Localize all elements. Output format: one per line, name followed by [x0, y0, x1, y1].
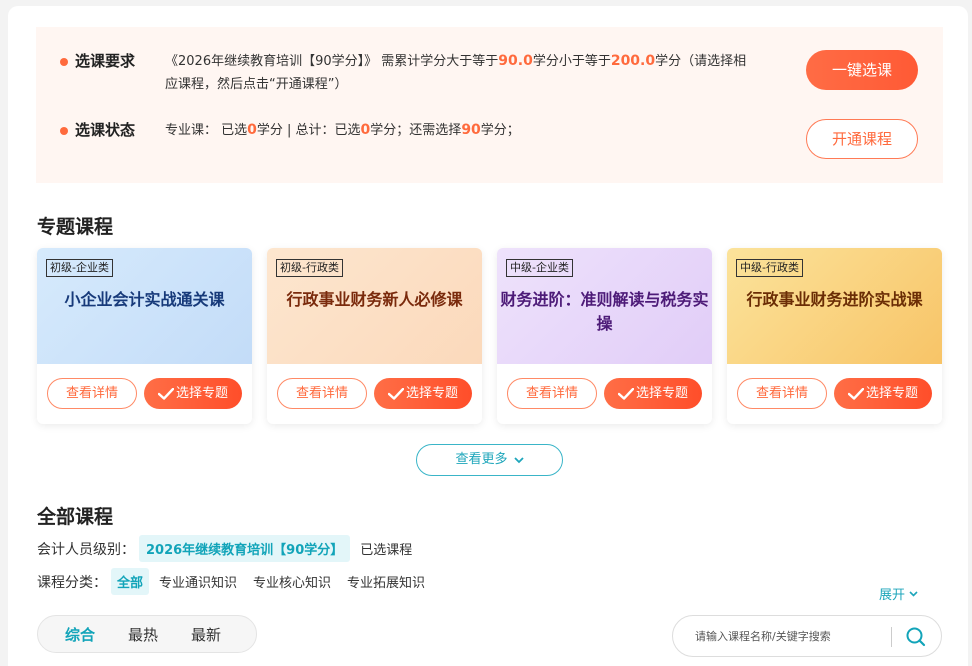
bullet-dot-icon [60, 58, 68, 66]
select-topic-label: 选择专题 [635, 386, 688, 401]
special-course-card: 中级-行政类 行政事业财务进阶实战课 查看详情 选择专题 [727, 248, 942, 424]
status-row: 选课状态 专业课： 已选0学分 | 总计：已选0学分；还需选择90学分； [60, 119, 755, 142]
requirement-text: 《2026年继续教育培训【90学分】》 需累计学分大于等于90.0学分小于等于2… [165, 50, 755, 96]
special-courses-title: 专题课程 [37, 216, 114, 238]
chevron-down-icon [909, 590, 918, 597]
sort-tab-newest[interactable]: 最新 [191, 624, 221, 645]
view-details-button[interactable]: 查看详情 [277, 378, 367, 409]
search-box [672, 615, 942, 657]
status-text-part: 学分； [480, 123, 520, 138]
select-topic-label: 选择专题 [405, 386, 458, 401]
select-topic-button[interactable]: 选择专题 [604, 378, 702, 409]
category-all[interactable]: 全部 [111, 568, 150, 595]
requirement-row: 选课要求 《2026年继续教育培训【90学分】》 需累计学分大于等于90.0学分… [60, 50, 755, 96]
level-tag: 初级-行政类 [276, 259, 343, 277]
requirement-text-part: 学分小于等于 [532, 54, 611, 69]
select-topic-button[interactable]: 选择专题 [834, 378, 932, 409]
max-credit: 200.0 [610, 53, 656, 69]
card-banner[interactable]: 中级-行政类 行政事业财务进阶实战课 [727, 248, 942, 364]
category-item[interactable]: 专业拓展知识 [347, 572, 425, 591]
level-tag: 中级-行政类 [736, 259, 803, 277]
remaining-credit: 90 [461, 122, 481, 138]
view-more-label: 查看更多 [455, 452, 508, 467]
category-item[interactable]: 专业核心知识 [253, 572, 331, 591]
status-text-part: 学分 | 总计：已选 [256, 123, 361, 138]
requirement-text-part: 《2026年继续教育培训【90学分】》 需累计学分大于等于 [165, 54, 499, 69]
requirement-panel: 选课要求 《2026年继续教育培训【90学分】》 需累计学分大于等于90.0学分… [36, 27, 943, 183]
check-icon [617, 387, 634, 400]
status-text: 专业课： 已选0学分 | 总计：已选0学分；还需选择90学分； [165, 119, 755, 142]
total-selected-credit: 0 [360, 122, 371, 138]
view-more-button[interactable]: 查看更多 [416, 444, 563, 476]
level-label: 会计人员级别： [37, 541, 135, 558]
status-label: 选课状态 [75, 121, 136, 139]
search-input[interactable] [695, 626, 885, 646]
category-label: 课程分类： [37, 574, 107, 591]
card-banner[interactable]: 初级-企业类 小企业会计实战通关课 [37, 248, 252, 364]
expand-label: 展开 [879, 588, 906, 603]
level-tag: 初级-企业类 [46, 259, 113, 277]
card-banner[interactable]: 初级-行政类 行政事业财务新人必修课 [267, 248, 482, 364]
card-actions: 查看详情 选择专题 [737, 378, 932, 409]
one-click-select-button[interactable]: 一键选课 [806, 50, 918, 90]
page: 选课要求 《2026年继续教育培训【90学分】》 需累计学分大于等于90.0学分… [8, 6, 968, 666]
card-title: 小企业会计实战通关课 [64, 290, 225, 309]
min-credit: 90.0 [498, 53, 533, 69]
select-topic-button[interactable]: 选择专题 [374, 378, 472, 409]
selected-courses-link[interactable]: 已选课程 [360, 539, 412, 558]
sort-tab-hottest[interactable]: 最热 [128, 624, 158, 645]
special-course-cards: 初级-企业类 小企业会计实战通关课 查看详情 选择专题 初级-行政类 行政事业财… [37, 248, 943, 424]
card-actions: 查看详情 选择专题 [507, 378, 702, 409]
open-course-button[interactable]: 开通课程 [806, 119, 918, 159]
select-topic-button[interactable]: 选择专题 [144, 378, 242, 409]
select-topic-label: 选择专题 [175, 386, 228, 401]
search-divider [891, 627, 892, 647]
expand-button[interactable]: 展开 [879, 584, 918, 603]
sort-tab-comprehensive[interactable]: 综合 [65, 624, 95, 645]
level-filter-row: 会计人员级别： 2026年继续教育培训【90学分】 已选课程 [37, 535, 412, 562]
all-courses-title: 全部课程 [37, 506, 114, 528]
card-banner[interactable]: 中级-企业类 财务进阶：准则解读与税务实操 [497, 248, 712, 364]
card-title: 行政事业财务新人必修课 [286, 290, 463, 309]
search-icon[interactable] [905, 626, 927, 652]
check-icon [157, 387, 174, 400]
chevron-down-icon [513, 456, 524, 463]
card-actions: 查看详情 选择专题 [47, 378, 242, 409]
view-details-button[interactable]: 查看详情 [737, 378, 827, 409]
card-title: 财务进阶：准则解读与税务实操 [500, 290, 709, 333]
pro-selected-credit: 0 [247, 122, 257, 138]
level-chip[interactable]: 2026年继续教育培训【90学分】 [139, 535, 351, 562]
special-course-card: 中级-企业类 财务进阶：准则解读与税务实操 查看详情 选择专题 [497, 248, 712, 424]
status-text-part: 学分；还需选择 [370, 123, 462, 138]
card-actions: 查看详情 选择专题 [277, 378, 472, 409]
select-topic-label: 选择专题 [865, 386, 918, 401]
level-tag: 中级-企业类 [506, 259, 573, 277]
view-details-button[interactable]: 查看详情 [47, 378, 137, 409]
bullet-dot-icon [60, 127, 68, 135]
category-filter-row: 课程分类： 全部 专业通识知识 专业核心知识 专业拓展知识 [37, 568, 425, 595]
special-course-card: 初级-企业类 小企业会计实战通关课 查看详情 选择专题 [37, 248, 252, 424]
sort-tabs: 综合 最热 最新 [37, 615, 257, 653]
card-title: 行政事业财务进阶实战课 [746, 290, 923, 309]
special-course-card: 初级-行政类 行政事业财务新人必修课 查看详情 选择专题 [267, 248, 482, 424]
check-icon [847, 387, 864, 400]
view-details-button[interactable]: 查看详情 [507, 378, 597, 409]
category-item[interactable]: 专业通识知识 [159, 572, 237, 591]
check-icon [387, 387, 404, 400]
requirement-label: 选课要求 [75, 52, 136, 70]
status-text-part: 专业课： 已选 [165, 123, 248, 138]
